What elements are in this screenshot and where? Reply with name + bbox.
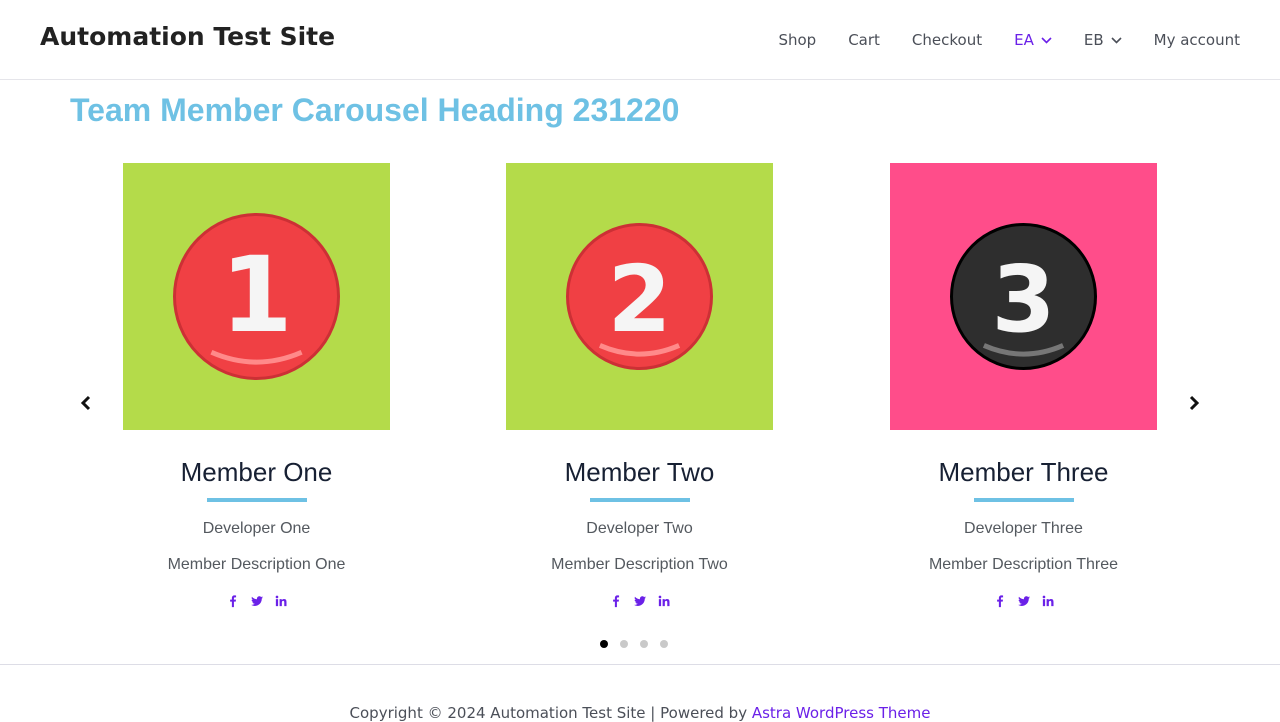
facebook-icon[interactable] bbox=[993, 594, 1007, 608]
carousel-dot-3[interactable] bbox=[640, 640, 648, 648]
member-role: Developer Three bbox=[964, 520, 1083, 537]
member-name: Member Two bbox=[564, 457, 715, 487]
member-card-three: 3 Member Three Developer Three Member Descr… bbox=[890, 163, 1157, 608]
nav-item-label: Cart bbox=[848, 31, 880, 49]
nav-item-cart[interactable]: Cart bbox=[848, 31, 880, 49]
facebook-icon[interactable] bbox=[226, 594, 240, 608]
member-card-two: 2 Member Two Developer Two Member Descripti… bbox=[506, 163, 773, 608]
chevron-down-icon bbox=[1041, 36, 1052, 44]
member-description: Member Description Three bbox=[928, 556, 1119, 573]
nav-item-label: EA bbox=[1014, 31, 1034, 49]
nav-item-ea[interactable]: EA bbox=[1014, 31, 1052, 49]
linkedin-icon[interactable] bbox=[657, 594, 671, 608]
member-role: Developer Two bbox=[586, 520, 693, 537]
footer-theme-link[interactable]: Astra WordPress Theme bbox=[752, 704, 931, 722]
team-member-carousel: 1 Member One Developer One Member Descripti… bbox=[0, 150, 1280, 660]
footer-divider bbox=[0, 664, 1280, 665]
nav-item-label: EB bbox=[1083, 31, 1104, 49]
member-name: Member One bbox=[180, 457, 333, 487]
member-photo: 3 bbox=[890, 163, 1157, 430]
nav-item-label: Shop bbox=[778, 31, 817, 49]
member-name-divider bbox=[973, 498, 1074, 502]
carousel-dot-2[interactable] bbox=[620, 640, 628, 648]
member-name-divider bbox=[589, 498, 690, 502]
member-description: Member Description One bbox=[167, 556, 346, 573]
badge-number: 2 bbox=[607, 246, 671, 353]
site-footer: Copyright © 2024 Automation Test Site | … bbox=[0, 704, 1280, 722]
carousel-dot-4[interactable] bbox=[660, 640, 668, 648]
member-role: Developer One bbox=[202, 520, 311, 537]
member-name-divider bbox=[206, 498, 307, 502]
twitter-icon[interactable] bbox=[633, 594, 647, 608]
member-photo: 2 bbox=[506, 163, 773, 430]
member-card-one: 1 Member One Developer One Member Descripti… bbox=[123, 163, 390, 608]
site-header: Automation Test Site Shop Cart Checkout EA E… bbox=[0, 0, 1280, 80]
member-social-links bbox=[123, 594, 390, 608]
footer-copyright: Copyright © 2024 Automation Test Site | … bbox=[349, 704, 752, 722]
carousel-prev-arrow-icon[interactable] bbox=[78, 395, 94, 411]
carousel-dot-1[interactable] bbox=[600, 640, 608, 648]
carousel-pagination bbox=[600, 640, 668, 648]
nav-item-eb[interactable]: EB bbox=[1084, 31, 1122, 49]
nav-item-label: Checkout bbox=[911, 31, 983, 49]
twitter-icon[interactable] bbox=[1017, 594, 1031, 608]
member-social-links bbox=[890, 594, 1157, 608]
nav-item-shop[interactable]: Shop bbox=[778, 31, 816, 49]
primary-nav: Shop Cart Checkout EA EB My account bbox=[746, 0, 1240, 80]
linkedin-icon[interactable] bbox=[274, 594, 288, 608]
page-heading: Team Member Carousel Heading 231220 bbox=[70, 92, 680, 128]
nav-item-my-account[interactable]: My account bbox=[1154, 31, 1240, 49]
member-social-links bbox=[506, 594, 773, 608]
facebook-icon[interactable] bbox=[609, 594, 623, 608]
member-name: Member Three bbox=[938, 457, 1109, 487]
twitter-icon[interactable] bbox=[250, 594, 264, 608]
badge-number: 3 bbox=[991, 246, 1055, 353]
linkedin-icon[interactable] bbox=[1041, 594, 1055, 608]
member-photo: 1 bbox=[123, 163, 390, 430]
member-description: Member Description Two bbox=[551, 556, 728, 573]
carousel-next-arrow-icon[interactable] bbox=[1186, 395, 1202, 411]
chevron-down-icon bbox=[1111, 36, 1122, 44]
site-title[interactable]: Automation Test Site bbox=[40, 22, 335, 51]
nav-item-checkout[interactable]: Checkout bbox=[912, 31, 982, 49]
nav-item-label: My account bbox=[1153, 31, 1240, 49]
badge-number: 1 bbox=[220, 234, 292, 356]
